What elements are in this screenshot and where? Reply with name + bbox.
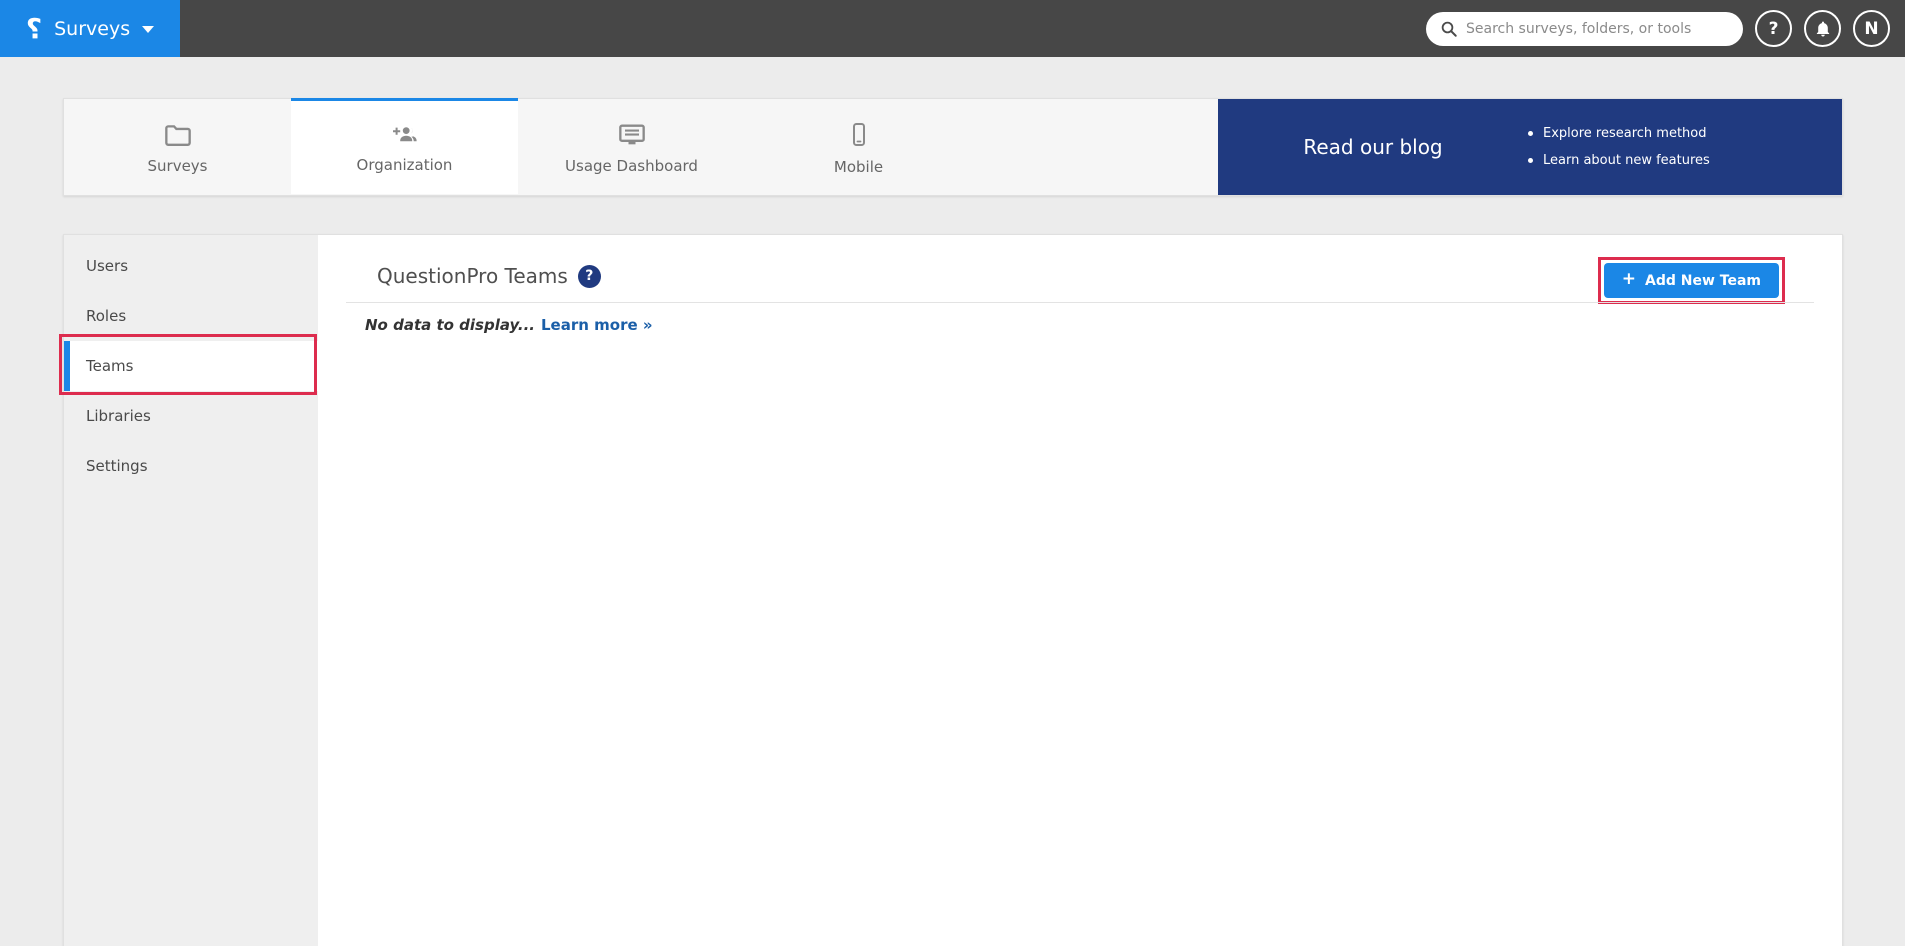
tab-label: Mobile: [834, 158, 883, 176]
topbar-controls: ? N: [1426, 10, 1905, 47]
folder-icon: [164, 123, 192, 147]
tab-mobile[interactable]: Mobile: [745, 99, 972, 195]
teams-content: QuestionPro Teams ? + Add New Team No da…: [318, 235, 1842, 946]
blog-bullet-list: Explore research method Learn about new …: [1528, 120, 1710, 174]
add-team-highlight-annotation: + Add New Team: [1598, 257, 1785, 304]
user-avatar[interactable]: N: [1853, 10, 1890, 47]
notifications-button[interactable]: [1804, 10, 1841, 47]
content-header: QuestionPro Teams ? + Add New Team: [318, 235, 1842, 304]
organization-sidebar: Users Roles Teams Libraries Settings: [64, 235, 318, 946]
module-tab-bar: Surveys Organization Usage Dashboard Mob…: [63, 98, 1843, 196]
top-bar: ? Surveys ? N: [0, 0, 1905, 57]
help-button[interactable]: ?: [1755, 10, 1792, 47]
tab-organization[interactable]: Organization: [291, 98, 518, 194]
sidebar-item-teams[interactable]: Teams: [64, 341, 318, 391]
question-mark-icon: ?: [1769, 19, 1779, 39]
blog-bullet-item: Explore research method: [1528, 120, 1710, 147]
tab-usage-dashboard[interactable]: Usage Dashboard: [518, 99, 745, 195]
add-new-team-button[interactable]: + Add New Team: [1604, 263, 1779, 298]
search-icon: [1440, 20, 1458, 38]
tab-surveys[interactable]: Surveys: [64, 99, 291, 195]
title-wrap: QuestionPro Teams ?: [377, 257, 601, 288]
dashboard-icon: [618, 123, 646, 147]
app-switcher[interactable]: ? Surveys: [0, 0, 180, 57]
empty-state: No data to display... Learn more »: [365, 316, 653, 334]
search-input[interactable]: [1466, 21, 1729, 37]
blog-title-link[interactable]: Read our blog: [1218, 135, 1528, 159]
teams-help-icon[interactable]: ?: [578, 265, 601, 288]
blog-bullet-item: Learn about new features: [1528, 147, 1710, 174]
blog-promo-panel: Read our blog Explore research method Le…: [1218, 99, 1842, 195]
plus-icon: +: [1622, 271, 1636, 288]
tab-label: Organization: [357, 156, 453, 174]
app-switcher-label: Surveys: [54, 18, 130, 40]
organization-panel: Users Roles Teams Libraries Settings Que…: [63, 234, 1843, 946]
chevron-down-icon: [142, 26, 154, 33]
questionpro-logo-icon: ?: [26, 15, 42, 43]
sidebar-item-roles[interactable]: Roles: [64, 291, 318, 341]
sidebar-item-users[interactable]: Users: [64, 241, 318, 291]
search-box[interactable]: [1426, 12, 1743, 46]
learn-more-link[interactable]: Learn more »: [541, 316, 653, 334]
tab-label: Surveys: [148, 157, 208, 175]
tab-label: Usage Dashboard: [565, 157, 698, 175]
bell-icon: [1814, 20, 1832, 38]
empty-state-text: No data to display...: [365, 316, 535, 334]
header-divider: [346, 302, 1814, 303]
avatar-initial: N: [1864, 19, 1878, 39]
sidebar-item-settings[interactable]: Settings: [64, 441, 318, 491]
group-add-icon: [390, 122, 420, 146]
page-title: QuestionPro Teams: [377, 264, 568, 288]
mobile-icon: [847, 122, 871, 148]
sidebar-item-libraries[interactable]: Libraries: [64, 391, 318, 441]
